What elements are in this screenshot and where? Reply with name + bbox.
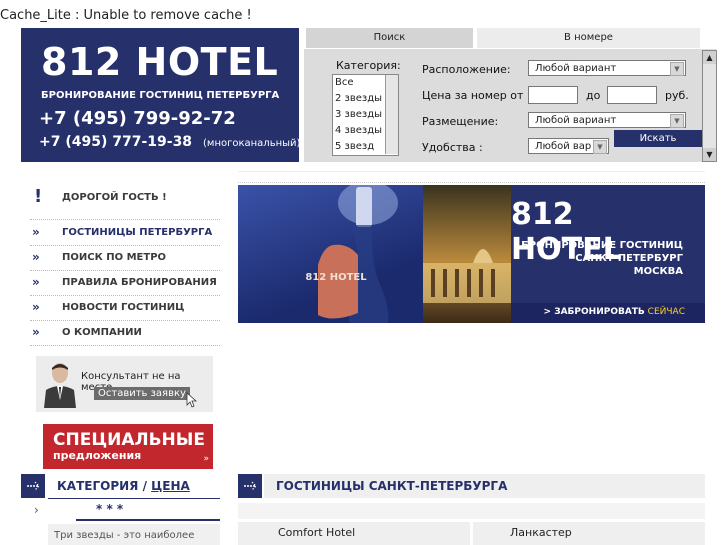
consultant-avatar-icon [44,363,76,408]
banner-line-3: МОСКВА [633,266,683,277]
special-offers-banner[interactable]: СПЕЦИАЛЬНЫЕ предложения » [43,424,213,469]
tab-search[interactable]: Поиск [306,28,473,48]
double-chevron-icon: » [32,225,40,239]
key-image: 812 HOTEL [238,181,423,323]
hotels-spacer-row [238,503,705,519]
amenities-label: Удобства : [422,141,483,154]
dotted-arrow-icon [244,481,257,491]
category-label: Категория: [336,59,401,72]
price-to-label: до [586,89,601,102]
keytag-text: 812 HOTEL [305,272,367,283]
banner-cta-bar[interactable]: > ЗАБРОНИРОВАТЬ СЕЙЧАС [511,303,705,323]
cursor-icon [186,392,198,408]
accommodation-select[interactable]: Любой вариант ▼ [528,112,686,128]
nav-item-label[interactable]: ГОСТИНИЦЫ ПЕТЕРБУРГА [62,227,212,238]
location-select[interactable]: Любой вариант ▼ [528,60,686,76]
hotel-row: Comfort Hotel Ланкастер [238,522,705,545]
banner-top-divider [238,171,705,183]
accommodation-value: Любой вариант [535,115,617,126]
double-chevron-icon: » [32,300,40,314]
phone-primary: +7 (495) 799-92-72 [39,108,236,129]
palace-photo [423,185,511,323]
nav-item-label[interactable]: ПОИСК ПО МЕТРО [62,252,166,263]
hotels-section-header: ГОСТИНИЦЫ САНКТ-ПЕТЕРБУРГА [264,474,705,498]
consultant-widget[interactable]: Консультант не на месте Оставить заявку [36,356,213,412]
category-title-sep: / [138,479,152,493]
amenities-value: Любой вар [535,141,592,152]
price-from-input[interactable] [528,86,578,104]
phone-secondary: +7 (495) 777-19-38 [39,134,193,150]
banner-lines: БРОНИРОВАНИЕ ГОСТИНИЦ САНКТ-ПЕТЕРБУРГ МО… [521,239,683,278]
chevron-down-icon[interactable]: ▼ [670,62,684,76]
leave-request-button[interactable]: Оставить заявку [94,387,190,400]
cache-error-message: Cache_Lite : Unable to remove cache ! [0,8,252,23]
double-chevron-icon: » [32,275,40,289]
promo-subtitle: предложения [53,449,142,462]
hero-banner[interactable]: 812 HOTEL 812 HOTEL БРОНИРОВАНИЕ ГОСТИНИ… [238,181,705,323]
chevron-down-icon[interactable]: ▼ [670,114,684,128]
nav-item-label[interactable]: НОВОСТИ ГОСТИНИЦ [62,302,184,313]
chevron-right-icon[interactable]: › [34,503,39,517]
tab-room[interactable]: В номере [477,28,700,48]
cta-now: СЕЙЧАС [647,307,685,317]
double-chevron-icon: » [32,325,40,339]
exclamation-icon: ! [34,186,43,207]
welcome-row: ! ДОРОГОЙ ГОСТЬ ! [30,184,220,220]
category-description: Три звезды - это наиболее [48,524,220,545]
logo-name: 812 HOTEL [41,40,279,84]
double-chevron-icon: » [32,250,40,264]
price-unit: руб. [665,89,689,102]
search-button[interactable]: Искать [614,130,702,147]
price-title-link[interactable]: ЦЕНА [151,479,190,493]
amenities-select[interactable]: Любой вар ▼ [528,138,609,154]
location-value: Любой вариант [535,63,617,74]
stars-row[interactable]: * * * [76,502,220,521]
price-to-input[interactable] [607,86,657,104]
category-title-a[interactable]: КАТЕГОРИЯ [57,479,138,493]
nav-item-rules[interactable]: » ПРАВИЛА БРОНИРОВАНИЯ [30,270,220,296]
logo-tagline: БРОНИРОВАНИЕ ГОСТИНИЦ ПЕТЕРБУРГА [41,90,280,101]
key-keytag-icon: 812 HOTEL [305,181,398,323]
category-scrollbar[interactable] [385,75,398,154]
nav-item-about[interactable]: » О КОМПАНИИ [30,320,220,346]
category-desc-text: Три звезды - это наиболее [54,530,195,541]
hotels-title: ГОСТИНИЦЫ САНКТ-ПЕТЕРБУРГА [276,479,508,493]
category-section-header: КАТЕГОРИЯ / ЦЕНА [48,474,220,499]
chevron-down-icon[interactable]: ▼ [593,140,607,154]
nav-item-hotels[interactable]: » ГОСТИНИЦЫ ПЕТЕРБУРГА [30,220,220,246]
hotels-section-icon [238,474,262,498]
accommodation-label: Размещение: [422,115,499,128]
stars-text: * * * [96,502,124,516]
scroll-down-icon[interactable]: ▼ [703,148,716,161]
phone-note: (многоканальный) [203,138,301,149]
category-title: КАТЕГОРИЯ / ЦЕНА [57,479,190,493]
location-label: Расположение: [422,63,511,76]
nav-item-label[interactable]: ПРАВИЛА БРОНИРОВАНИЯ [62,277,217,288]
promo-arrow-icon: » [203,454,209,464]
site-logo[interactable]: 812 HOTEL БРОНИРОВАНИЕ ГОСТИНИЦ ПЕТЕРБУР… [21,28,301,162]
nav-item-news[interactable]: » НОВОСТИ ГОСТИНИЦ [30,295,220,321]
hotel-link-comfort[interactable]: Comfort Hotel [278,526,355,539]
hotel-divider [470,522,473,545]
palace-image-icon [423,249,511,303]
cta-prefix: > ЗАБРОНИРОВАТЬ [543,307,645,317]
welcome-text: ДОРОГОЙ ГОСТЬ ! [62,192,167,203]
nav-item-label[interactable]: О КОМПАНИИ [62,327,142,338]
price-label: Цена за номер от [422,89,524,102]
book-now-link[interactable]: > ЗАБРОНИРОВАТЬ СЕЙЧАС [544,307,685,317]
banner-line-2: САНКТ-ПЕТЕРБУРГ [575,253,683,264]
banner-line-1: БРОНИРОВАНИЕ ГОСТИНИЦ [521,240,683,251]
scroll-up-icon[interactable]: ▲ [703,51,716,64]
hotel-link-lancaster[interactable]: Ланкастер [510,526,572,539]
promo-title: СПЕЦИАЛЬНЫЕ [53,430,206,450]
category-section-icon [21,474,45,498]
nav-item-metro[interactable]: » ПОИСК ПО МЕТРО [30,245,220,271]
search-panel-scrollbar[interactable]: ▲ ▼ [702,50,717,162]
dotted-arrow-icon [27,481,40,491]
